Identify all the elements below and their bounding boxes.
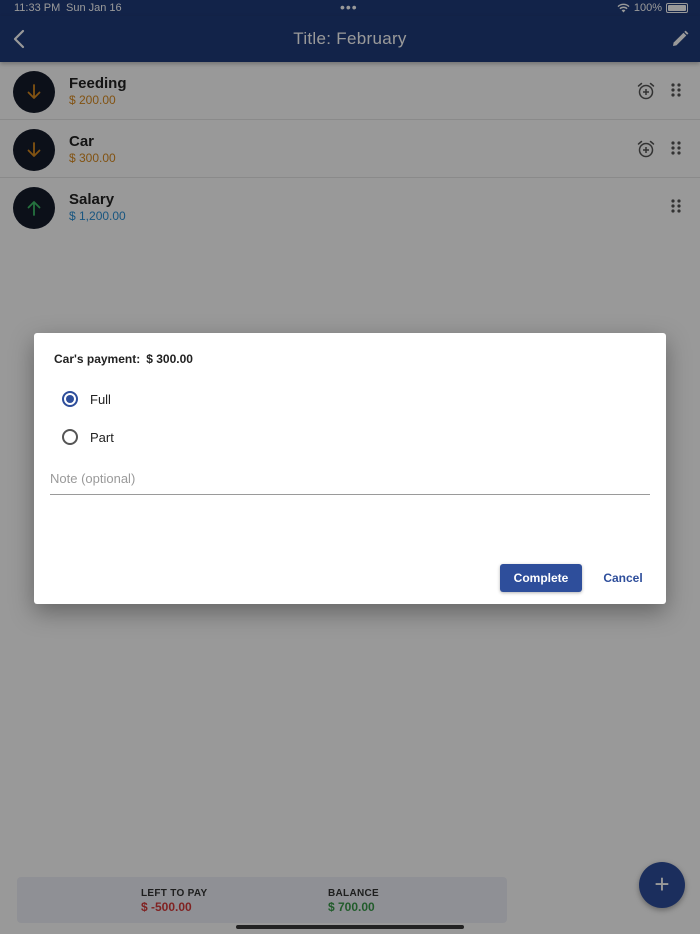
radio-option-full[interactable]: Full <box>62 391 111 407</box>
radio-button-full[interactable] <box>62 391 78 407</box>
dialog-title-amount: $ 300.00 <box>146 352 193 366</box>
radio-label-full: Full <box>90 391 111 407</box>
radio-label-part: Part <box>90 429 114 445</box>
radio-option-part[interactable]: Part <box>62 429 114 445</box>
payment-dialog: Car's payment: $ 300.00 Full Part Complet… <box>34 333 666 604</box>
note-input[interactable] <box>50 463 650 495</box>
home-indicator <box>236 925 464 929</box>
dialog-title: Car's payment: $ 300.00 <box>54 352 199 366</box>
cancel-button[interactable]: Cancel <box>596 564 650 592</box>
dialog-title-label: Car's payment: <box>54 352 141 366</box>
complete-button[interactable]: Complete <box>500 564 582 592</box>
radio-button-part[interactable] <box>62 429 78 445</box>
